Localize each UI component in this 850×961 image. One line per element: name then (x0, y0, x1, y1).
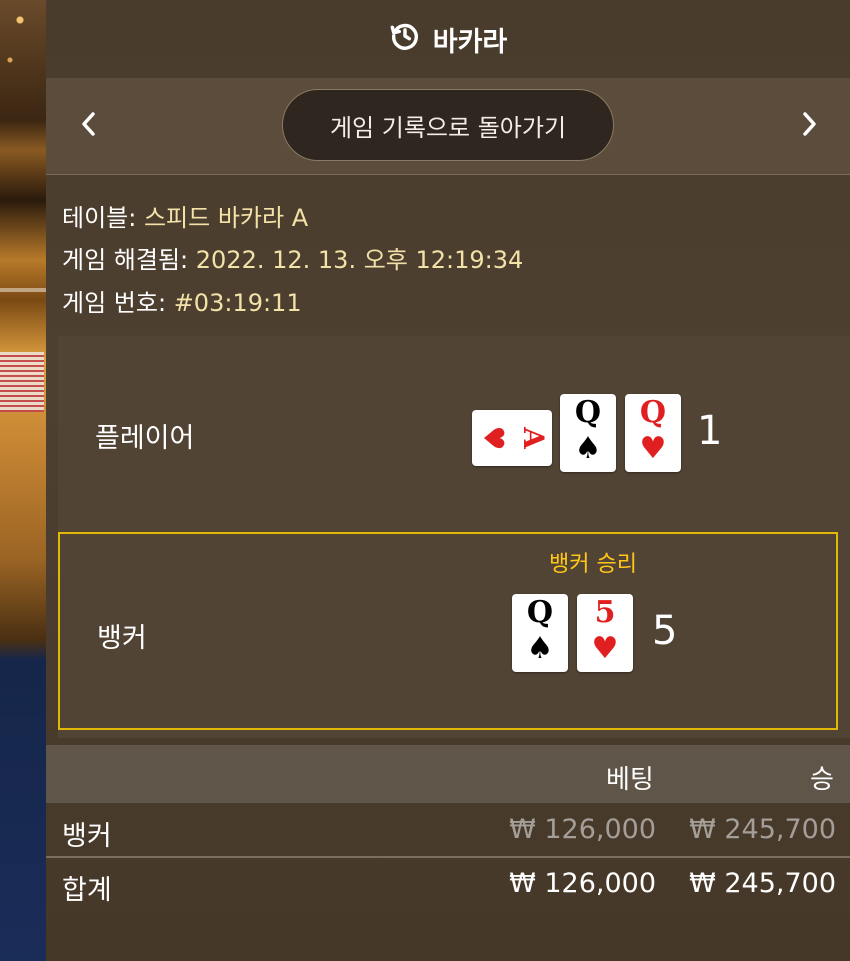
resolved-label: 게임 해결됨: (62, 246, 189, 274)
banker-label: 뱅커 (97, 623, 147, 654)
table-label: 테이블: (62, 204, 137, 232)
back-to-history-button[interactable]: 게임 기록으로 돌아가기 (282, 89, 614, 161)
total-win-amount: ₩ 245,700 (689, 868, 836, 899)
table-value: 스피드 바카라 A (143, 204, 309, 232)
win-column-header: 승 (810, 765, 834, 795)
game-number-label: 게임 번호: (62, 289, 167, 317)
bet-amount: ₩ 126,000 (509, 814, 656, 845)
bet-name: 뱅커 (62, 821, 112, 852)
player-card-1: ♥ A (472, 410, 552, 466)
background-card-stack (0, 352, 44, 412)
game-history-panel: 바카라 게임 기록으로 돌아가기 테이블: 스피드 바카라 A 게임 해결됨: … (46, 0, 850, 961)
banker-score: 5 (652, 608, 678, 654)
total-bet-amount: ₩ 126,000 (509, 868, 656, 899)
background-rail (0, 288, 46, 292)
player-score: 1 (697, 408, 723, 454)
player-card-2: Q ♠ (560, 394, 616, 472)
next-game-button[interactable] (789, 106, 829, 146)
prev-game-button[interactable] (69, 106, 109, 146)
history-icon (389, 20, 421, 59)
game-number-info: 게임 번호: #03:19:11 (62, 283, 302, 318)
banker-win-label: 뱅커 승리 (549, 552, 637, 577)
win-amount: ₩ 245,700 (689, 814, 836, 845)
background-scene (0, 0, 46, 961)
banker-card-1: Q ♠ (512, 594, 568, 672)
resolved-info: 게임 해결됨: 2022. 12. 13. 오후 12:19:34 (62, 240, 523, 275)
player-card-3: Q ♥ (625, 394, 681, 472)
hands-area: 플레이어 ♥ A Q ♠ Q ♥ 1 뱅커 승리 뱅커 Q ♠ 5 ♥ 5 (58, 336, 850, 738)
history-navbar: 게임 기록으로 돌아가기 (46, 78, 850, 175)
banker-card-2: 5 ♥ (577, 594, 633, 672)
chevron-right-icon (799, 110, 819, 142)
header: 바카라 (46, 0, 850, 78)
total-label: 합계 (62, 875, 112, 906)
bets-table-header: 베팅 승 (46, 745, 850, 803)
chevron-left-icon (79, 110, 99, 142)
banker-hand-box: 뱅커 승리 뱅커 Q ♠ 5 ♥ 5 (58, 532, 838, 730)
table-info: 테이블: 스피드 바카라 A (62, 198, 308, 233)
table-row: 뱅커 ₩ 126,000 ₩ 245,700 (46, 804, 850, 856)
resolved-value: 2022. 12. 13. 오후 12:19:34 (195, 246, 524, 274)
header-title: 바카라 (432, 26, 508, 58)
bet-column-header: 베팅 (606, 765, 654, 795)
game-number-value: #03:19:11 (173, 289, 302, 317)
player-label: 플레이어 (95, 423, 195, 454)
total-row: 합계 ₩ 126,000 ₩ 245,700 (46, 858, 850, 910)
